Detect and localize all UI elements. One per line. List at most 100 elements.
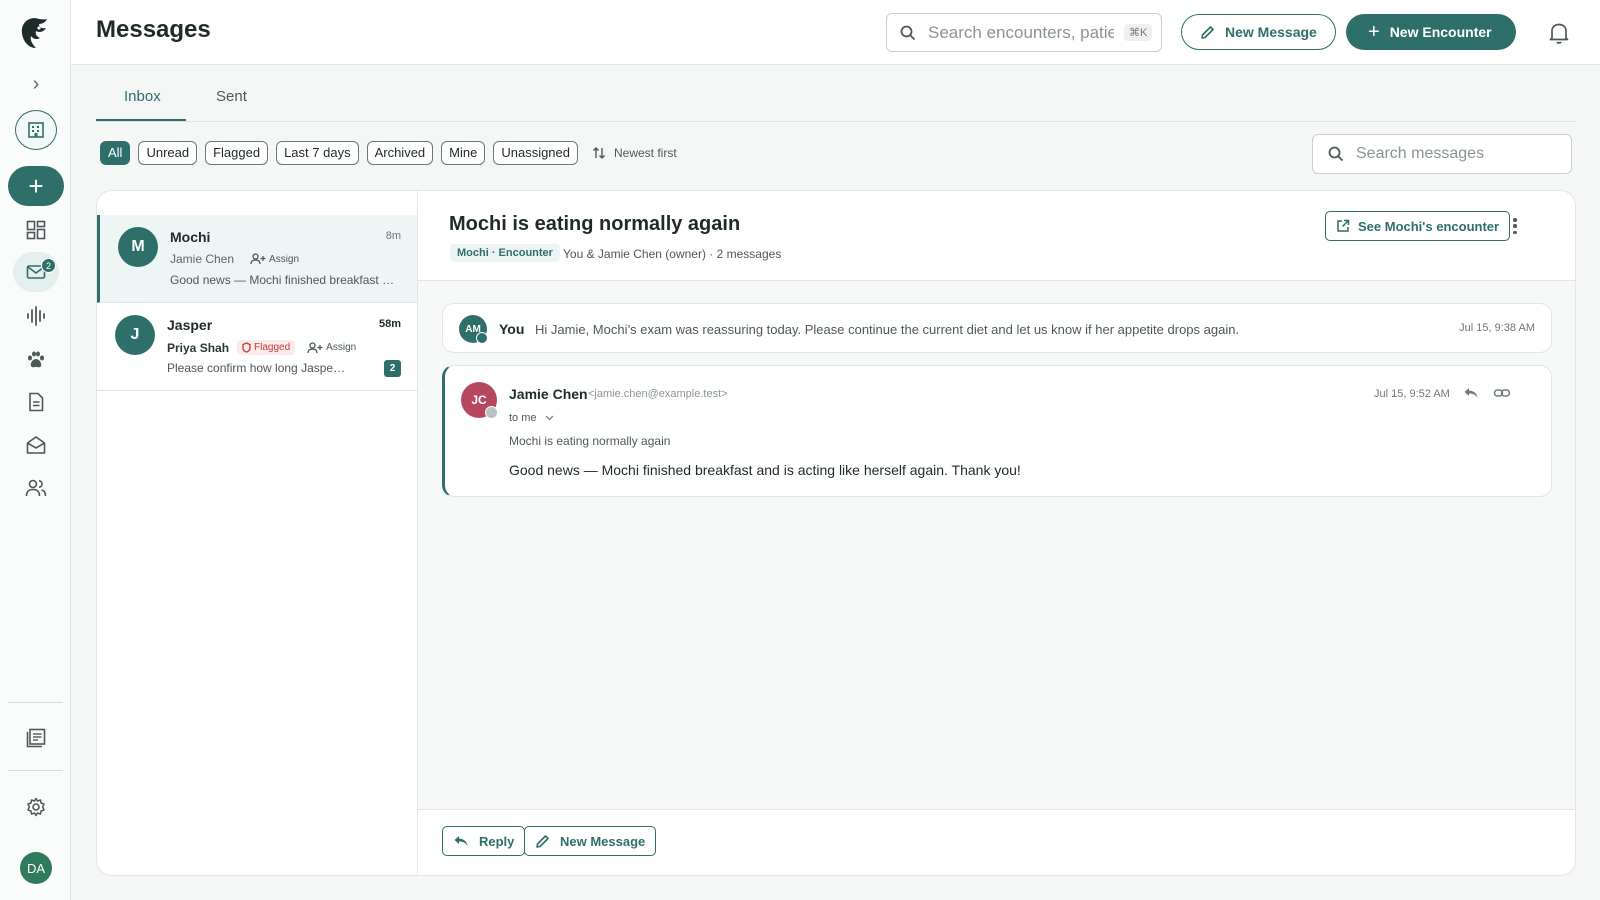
plus-icon: + <box>1368 21 1380 43</box>
search-icon <box>900 25 916 40</box>
sender-email: <jamie.chen@example.test> <box>588 388 728 400</box>
user-avatar[interactable]: DA <box>20 852 52 884</box>
thread-participants: You & Jamie Chen (owner) · 2 messages <box>563 247 782 261</box>
messages-count-badge: 2 <box>41 258 56 273</box>
new-message-footer-button[interactable]: New Message <box>524 826 657 856</box>
expand-sidebar-icon[interactable]: › <box>26 74 46 94</box>
global-search-input[interactable]: Search encounters, patients ⌘K <box>886 13 1162 52</box>
conversation-list: M Mochi 8m Jamie Chen Assign Good news —… <box>97 191 418 875</box>
search-shortcut-hint: ⌘K <box>1124 24 1153 41</box>
message-collapsed[interactable]: AM You Hi Jamie, Mochi’s exam was reassu… <box>442 303 1552 353</box>
pencil-icon <box>536 834 549 848</box>
filter-last-7-days[interactable]: Last 7 days <box>276 141 359 165</box>
more-options-icon[interactable] <box>1511 215 1519 237</box>
add-user-icon <box>250 253 266 265</box>
active-tab-indicator <box>96 119 186 121</box>
conversation-preview: Please confirm how long Jasper should st… <box>167 361 347 375</box>
unread-count-badge: 2 <box>384 360 401 377</box>
gear-icon <box>27 797 45 817</box>
see-encounter-button[interactable]: See Mochi's encounter <box>1325 211 1511 241</box>
sender-name: Jamie Chen <box>509 386 588 402</box>
owner-name: Priya Shah <box>167 340 230 355</box>
assign-button[interactable]: Assign <box>307 341 357 354</box>
paw-icon <box>28 351 44 368</box>
reply-icon[interactable] <box>1463 386 1479 403</box>
sidebar-divider <box>8 770 63 771</box>
messages-panel: M Mochi 8m Jamie Chen Assign Good news —… <box>96 190 1576 876</box>
shield-icon <box>242 342 251 353</box>
see-encounter-label: See Mochi's encounter <box>1358 218 1500 234</box>
sidebar-item-messages[interactable]: 2 <box>13 252 59 292</box>
message-search-placeholder: Search messages <box>1356 145 1485 162</box>
conversation-time: 8m <box>385 230 401 242</box>
filter-mine[interactable]: Mine <box>441 141 486 165</box>
filter-unread[interactable]: Unread <box>138 141 198 165</box>
sidebar-item-patients[interactable] <box>13 340 59 380</box>
sidebar-item-voice[interactable] <box>13 296 59 336</box>
client-status-icon <box>485 406 498 419</box>
conversation-preview: Good news — Mochi finished breakfast and… <box>170 273 400 287</box>
organization-switcher[interactable] <box>15 110 57 150</box>
assign-button[interactable]: Assign <box>250 253 299 265</box>
sort-toggle[interactable]: Newest first <box>592 146 677 160</box>
message-time: Jul 15, 9:52 AM <box>1374 388 1450 400</box>
conversation-item[interactable]: J Jasper 58m Priya Shah Flagged Assign P… <box>97 303 417 391</box>
conversation-item[interactable]: M Mochi 8m Jamie Chen Assign Good news —… <box>97 215 417 303</box>
message-search-input[interactable]: Search messages <box>1312 134 1572 174</box>
thread-title: Mochi is eating normally again <box>449 213 741 235</box>
sidebar-item-team[interactable] <box>13 468 59 508</box>
bell-icon[interactable] <box>1548 21 1570 45</box>
sort-icon <box>593 147 605 159</box>
filter-archived[interactable]: Archived <box>366 141 434 165</box>
sidebar: › + 2 DA <box>0 0 71 900</box>
external-link-icon <box>1337 219 1350 232</box>
message-body: Good news — Mochi finished breakfast and… <box>509 462 1021 478</box>
sidebar-item-mailbox[interactable] <box>13 425 59 465</box>
quick-create-button[interactable]: + <box>8 166 64 206</box>
global-search-placeholder: Search encounters, patients <box>928 22 1114 42</box>
flagged-label: Flagged <box>254 342 291 353</box>
add-user-icon <box>307 341 323 353</box>
sidebar-item-documents[interactable] <box>13 382 59 422</box>
filter-flagged[interactable]: Flagged <box>205 141 269 165</box>
recipients-toggle[interactable]: to me <box>509 412 554 424</box>
recipients-label: to me <box>509 412 537 424</box>
assign-label: Assign <box>269 253 300 265</box>
building-icon <box>28 122 44 138</box>
assign-label: Assign <box>326 342 357 353</box>
tab-inbox[interactable]: Inbox <box>124 88 161 105</box>
filter-chips: All Unread Flagged Last 7 days Archived … <box>100 141 677 165</box>
app-logo[interactable] <box>20 16 50 50</box>
message-subject: Mochi is eating normally again <box>509 434 671 448</box>
filter-all[interactable]: All <box>100 141 131 165</box>
thread-actions: Reply New Message <box>418 809 1575 875</box>
reply-button[interactable]: Reply <box>442 826 526 856</box>
reply-icon <box>454 836 468 846</box>
tab-sent[interactable]: Sent <box>216 88 247 105</box>
filter-unassigned[interactable]: Unassigned <box>493 141 578 165</box>
new-message-footer-label: New Message <box>560 833 646 849</box>
encounter-tag[interactable]: Mochi · Encounter <box>450 244 560 262</box>
conversation-time: 58m <box>378 318 401 330</box>
link-icon[interactable] <box>1493 386 1511 403</box>
envelope-open-icon <box>26 436 46 454</box>
new-message-label: New Message <box>1225 24 1317 40</box>
conversation-owner: Jamie Chen Assign <box>170 252 299 266</box>
sidebar-item-notes[interactable] <box>13 718 59 758</box>
new-encounter-button[interactable]: + New Encounter <box>1346 14 1516 50</box>
conversation-name: Jasper <box>167 317 213 333</box>
owner-name: Jamie Chen <box>170 252 235 266</box>
document-icon <box>29 392 44 412</box>
sidebar-item-dashboard[interactable] <box>13 210 59 250</box>
dashboard-icon <box>26 220 46 240</box>
sidebar-item-settings[interactable] <box>13 787 59 827</box>
reply-label: Reply <box>479 833 515 849</box>
message-thread: Mochi is eating normally again Mochi · E… <box>418 191 1575 875</box>
new-message-button[interactable]: New Message <box>1181 14 1336 50</box>
conversation-name: Mochi <box>170 229 211 245</box>
top-header: Messages Search encounters, patients ⌘K … <box>71 0 1600 65</box>
conversation-avatar: M <box>118 227 158 267</box>
new-encounter-label: New Encounter <box>1389 24 1492 40</box>
sender-name: You <box>499 321 525 337</box>
users-icon <box>25 479 47 497</box>
